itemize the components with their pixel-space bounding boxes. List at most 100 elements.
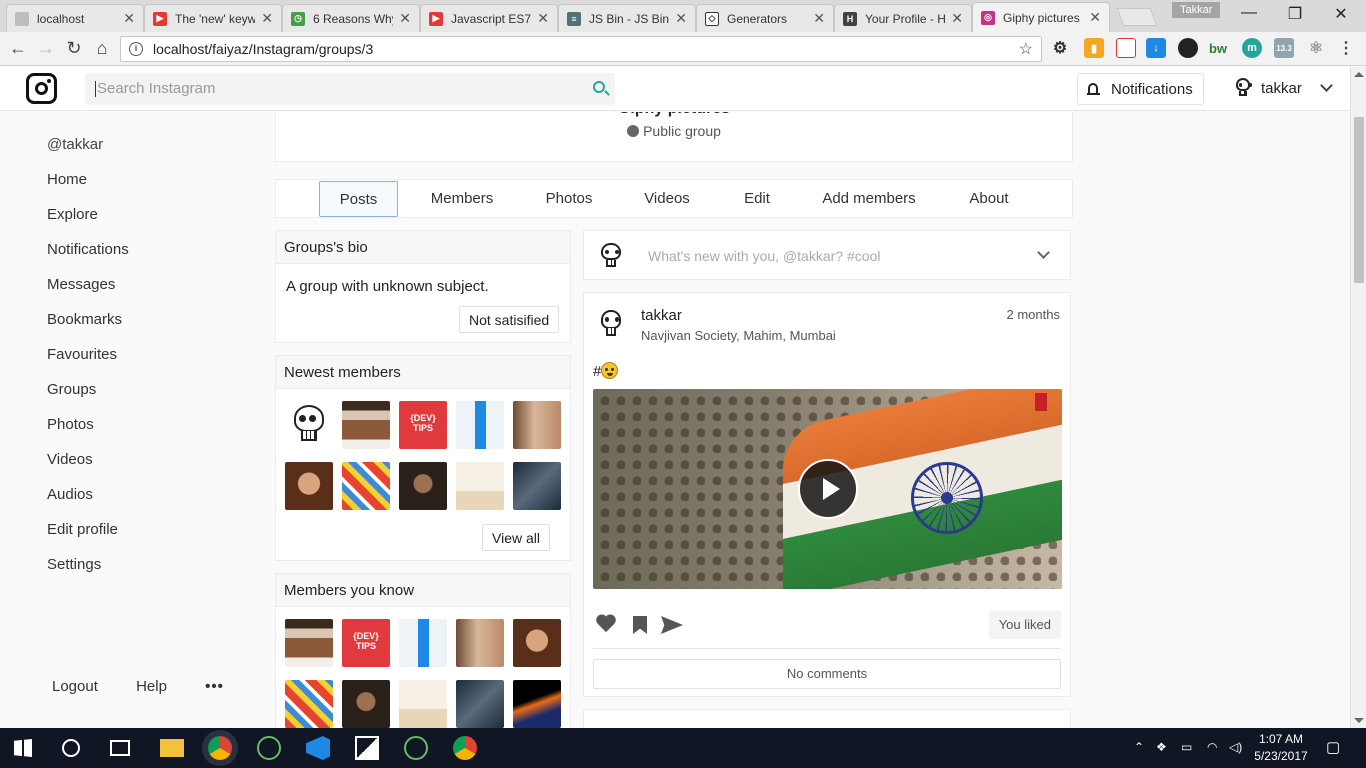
sidebar-item-profile[interactable]: @takkar (47, 136, 129, 171)
browser-tab[interactable]: H Your Profile - H ✕ (834, 4, 972, 32)
close-tab-icon[interactable]: ✕ (399, 10, 411, 27)
browser-tab[interactable]: ≡ JS Bin - JS Bin ✕ (558, 4, 696, 32)
extension-icon[interactable]: bw (1208, 38, 1228, 58)
sidebar-item-notifications[interactable]: Notifications (47, 241, 129, 276)
tab-about[interactable]: About (962, 181, 1016, 217)
extension-icon[interactable]: ⚛ (1306, 38, 1326, 58)
sidebar-item-bookmarks[interactable]: Bookmarks (47, 311, 129, 346)
tab-add-members[interactable]: Add members (814, 181, 924, 217)
member-avatar[interactable] (399, 462, 447, 510)
post-username[interactable]: takkar (641, 307, 682, 324)
browser-tab[interactable]: ▶ The 'new' keyw ✕ (144, 4, 282, 32)
browser-tab[interactable]: localhost ✕ (6, 4, 144, 32)
tab-videos[interactable]: Videos (634, 181, 700, 217)
close-tab-icon[interactable]: ✕ (1089, 9, 1101, 26)
member-avatar[interactable] (513, 619, 561, 667)
post-video[interactable] (593, 389, 1062, 589)
chevron-down-icon[interactable] (1319, 79, 1333, 92)
member-avatar[interactable] (285, 401, 333, 449)
member-avatar[interactable] (456, 619, 504, 667)
sidebar-item-audios[interactable]: Audios (47, 486, 129, 521)
settings-gear-icon[interactable]: ⚙ (1050, 38, 1070, 58)
cortana-icon[interactable] (62, 739, 80, 757)
minimize-icon[interactable]: — (1226, 4, 1272, 22)
search-icon[interactable] (593, 81, 605, 93)
post-location[interactable]: Navjivan Society, Mahim, Mumbai (641, 328, 836, 343)
member-avatar[interactable] (513, 462, 561, 510)
sidebar-item-edit-profile[interactable]: Edit profile (47, 521, 129, 556)
browser-tab[interactable]: ▶ Javascript ES7 ✕ (420, 4, 558, 32)
tab-members[interactable]: Members (418, 181, 506, 217)
windows-start-icon[interactable] (14, 739, 32, 757)
member-avatar[interactable]: {DEV} TIPS (342, 619, 390, 667)
sidebar-item-explore[interactable]: Explore (47, 206, 129, 241)
vscode-icon[interactable] (306, 736, 330, 760)
chrome-icon[interactable] (208, 736, 232, 760)
close-tab-icon[interactable]: ✕ (951, 10, 963, 27)
member-avatar[interactable]: {DEV} TIPS (399, 401, 447, 449)
battery-icon[interactable]: ▭ (1181, 740, 1192, 754)
sidebar-item-home[interactable]: Home (47, 171, 129, 206)
tab-posts[interactable]: Posts (319, 181, 398, 217)
sidebar-item-settings[interactable]: Settings (47, 556, 129, 591)
send-icon[interactable] (661, 616, 683, 634)
post-composer[interactable]: What's new with you, @takkar? #cool (583, 230, 1071, 280)
sidebar-item-groups[interactable]: Groups (47, 381, 129, 416)
sidebar-item-photos[interactable]: Photos (47, 416, 129, 451)
extension-icon[interactable]: m (1242, 38, 1262, 58)
member-avatar[interactable] (513, 401, 561, 449)
url-field[interactable]: i localhost/faiyaz/Instagram/groups/3 ☆ (120, 36, 1042, 62)
task-view-icon[interactable] (110, 740, 130, 756)
action-center-icon[interactable]: ▢ (1326, 738, 1340, 756)
extension-icon[interactable] (1178, 38, 1198, 58)
home-icon[interactable]: ⌂ (88, 38, 116, 59)
reload-icon[interactable]: ↻ (60, 38, 88, 59)
chevron-up-icon[interactable]: ⌃ (1134, 740, 1144, 754)
search-input[interactable]: Search Instagram (85, 73, 615, 105)
menu-icon[interactable]: ⋮ (1336, 38, 1356, 58)
member-avatar[interactable] (342, 462, 390, 510)
browser-tab[interactable]: ◇ Generators ✕ (696, 4, 834, 32)
liked-badge[interactable]: You liked (988, 611, 1061, 639)
new-tab-button[interactable] (1116, 8, 1158, 26)
member-avatar[interactable] (456, 680, 504, 728)
member-avatar[interactable] (285, 619, 333, 667)
sidebar-item-messages[interactable]: Messages (47, 276, 129, 311)
user-menu[interactable]: takkar (1232, 76, 1333, 100)
member-avatar[interactable] (342, 680, 390, 728)
member-avatar[interactable] (342, 401, 390, 449)
extension-icon[interactable]: ▮ (1084, 38, 1104, 58)
dropbox-icon[interactable]: ❖ (1156, 740, 1167, 754)
close-tab-icon[interactable]: ✕ (123, 10, 135, 27)
browser-tab-active[interactable]: ◎ Giphy pictures ✕ (972, 2, 1110, 32)
download-icon[interactable]: ↓ (1146, 38, 1166, 58)
member-avatar[interactable] (456, 401, 504, 449)
forward-arrow-icon[interactable]: → (32, 38, 60, 59)
chevron-down-icon[interactable] (1037, 246, 1050, 259)
info-icon[interactable]: i (129, 42, 143, 56)
chrome-icon[interactable] (453, 736, 477, 760)
close-tab-icon[interactable]: ✕ (675, 10, 687, 27)
back-arrow-icon[interactable]: ← (4, 38, 32, 59)
member-avatar[interactable] (456, 462, 504, 510)
member-avatar[interactable] (285, 462, 333, 510)
help-link[interactable]: Help (136, 678, 167, 695)
comments-box[interactable]: No comments (593, 659, 1061, 689)
notifications-button[interactable]: Notifications (1077, 73, 1204, 105)
tab-edit[interactable]: Edit (734, 181, 780, 217)
wifi-icon[interactable]: ◠ (1207, 740, 1217, 754)
sidebar-item-favourites[interactable]: Favourites (47, 346, 129, 381)
member-avatar[interactable] (285, 680, 333, 728)
page-scrollbar[interactable] (1350, 67, 1366, 728)
extension-icon[interactable]: 13.3 (1274, 38, 1294, 58)
close-tab-icon[interactable]: ✕ (261, 10, 273, 27)
heart-icon[interactable] (595, 615, 617, 635)
logout-link[interactable]: Logout (52, 678, 98, 695)
member-avatar[interactable] (399, 680, 447, 728)
clock[interactable]: 1:07 AM 5/23/2017 (1254, 732, 1308, 763)
close-window-icon[interactable]: ✕ (1318, 4, 1364, 24)
photos-icon[interactable] (355, 736, 379, 760)
file-explorer-icon[interactable] (160, 739, 184, 757)
play-icon[interactable] (798, 459, 858, 519)
avatar[interactable] (596, 307, 626, 341)
